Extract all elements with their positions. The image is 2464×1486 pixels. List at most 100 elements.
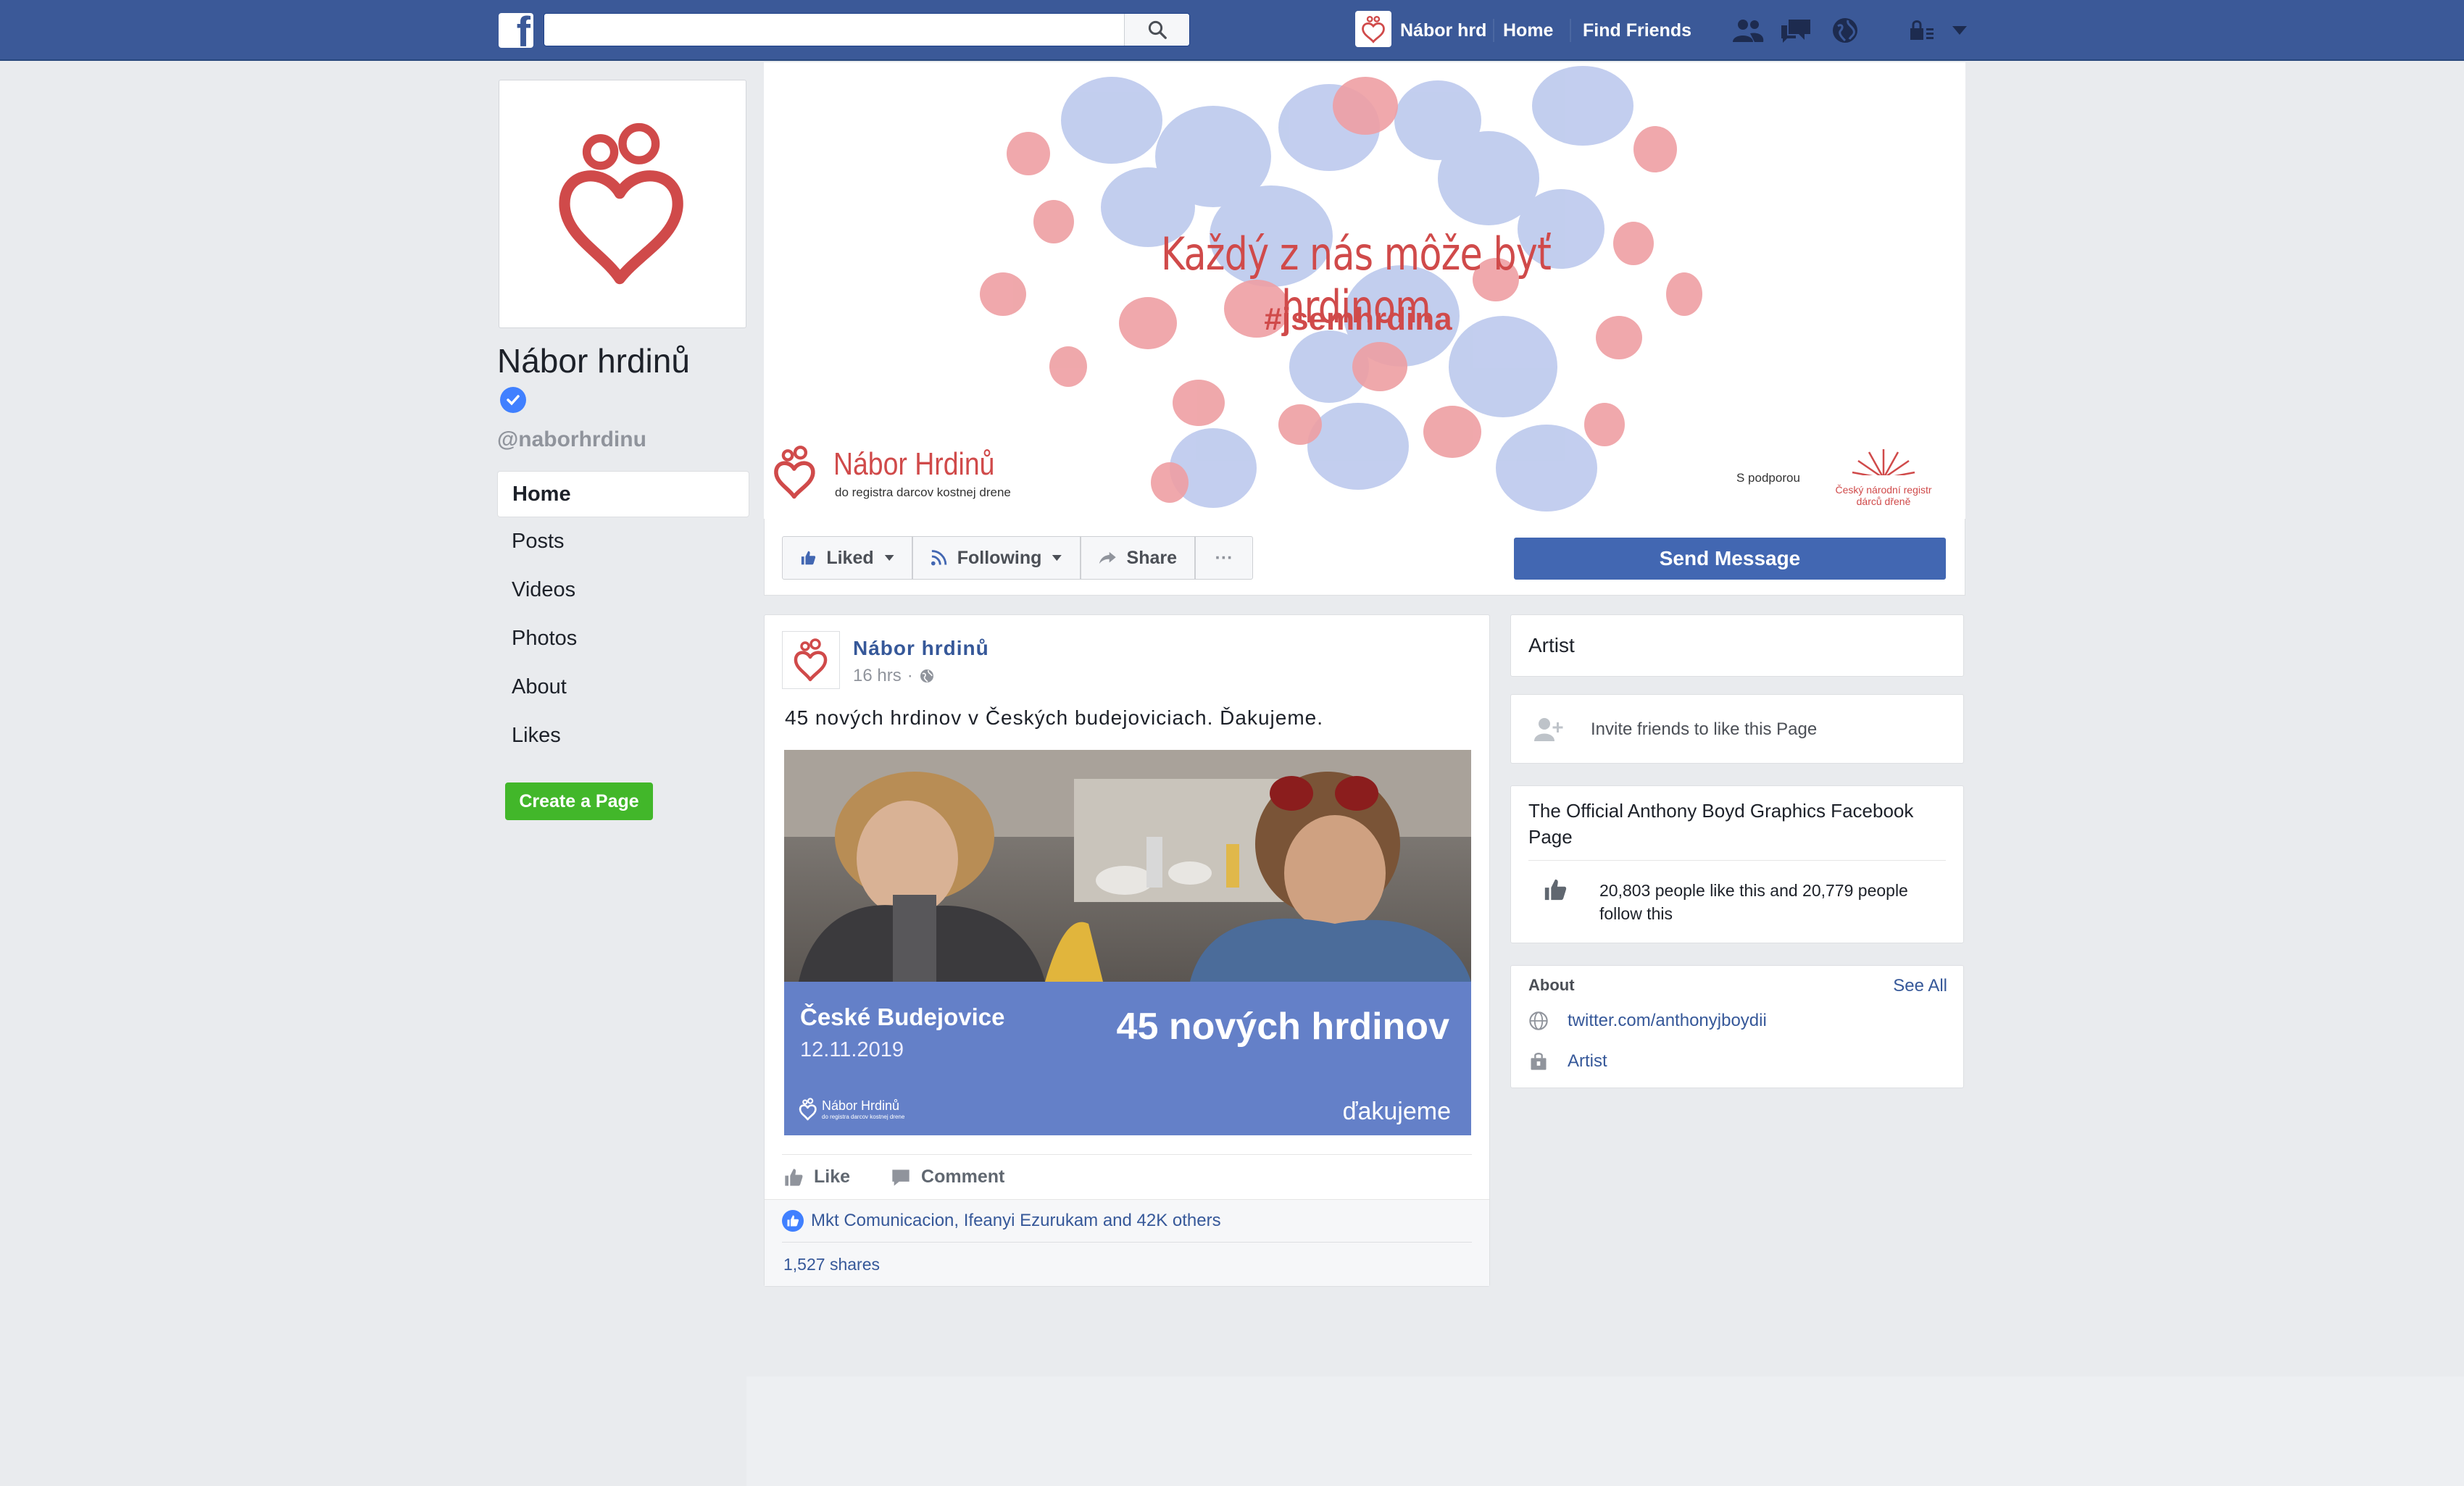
search-button[interactable]: [1124, 14, 1189, 46]
post-footer: Mkt Comunicacion, Ifeanyi Ezurukam and 4…: [765, 1199, 1489, 1286]
heart-logo-icon: [559, 122, 683, 284]
invite-friends-card[interactable]: Invite friends to like this Page: [1510, 694, 1964, 764]
shares-count[interactable]: 1,527 shares: [783, 1255, 880, 1274]
about-heading: About: [1528, 976, 1575, 994]
timeline-post: Nábor hrdinů 16 hrs · 45 nových hrdinov …: [764, 614, 1490, 1287]
about-category-row: Artist: [1528, 1051, 1607, 1072]
liked-label: Liked: [826, 547, 874, 568]
cover-photo[interactable]: Každý z nás môže byť hrdinom #jsemhrdina…: [764, 62, 1965, 519]
about-card: About See All twitter.com/anthonyjboydii…: [1510, 965, 1964, 1088]
following-button[interactable]: Following: [912, 536, 1081, 580]
share-button[interactable]: Share: [1081, 536, 1195, 580]
post-action-bar: Like Comment: [782, 1154, 1472, 1199]
top-navigation-bar: [0, 0, 2464, 61]
thumbs-up-icon: [1544, 879, 1567, 901]
sidebar-item-videos[interactable]: Videos: [497, 566, 749, 614]
image-logo-text: Nábor Hrdinů: [822, 1098, 900, 1113]
reactions-text: Mkt Comunicacion, Ifeanyi Ezurukam and 4…: [811, 1211, 1221, 1230]
sidebar-item-posts[interactable]: Posts: [497, 517, 749, 566]
page-category: Artist: [1528, 634, 1575, 656]
image-brand-logo: Nábor Hrdinů do registra darcov kostnej d…: [799, 1098, 904, 1121]
image-logo-subtitle: do registra darcov kostnej drene: [822, 1114, 905, 1120]
chevron-down-icon: [884, 555, 894, 561]
quick-help-lock-icon[interactable]: [1905, 14, 1939, 46]
search-box: [544, 13, 1190, 46]
cover-hashtag: #jsemhrdina: [1264, 301, 1452, 337]
nav-page-shortcut[interactable]: Nábor hrd: [1400, 19, 1486, 42]
page-handle[interactable]: @naborhrdinu: [497, 426, 646, 454]
image-headline: 45 nových hrdinov: [1116, 1006, 1449, 1048]
verified-badge-icon: [500, 387, 526, 413]
sidebar-item-home[interactable]: Home: [497, 471, 749, 517]
see-all-link[interactable]: See All: [1893, 976, 1947, 996]
page-title: Nábor hrdinů: [497, 342, 690, 380]
page-avatar-shortcut[interactable]: [1355, 11, 1391, 47]
about-category-link[interactable]: Artist: [1568, 1051, 1607, 1072]
brand-heart-icon: [774, 446, 815, 499]
page-action-bar: Liked Following Share ··· Send Message: [764, 519, 1965, 596]
post-image[interactable]: České Budejovice 12.11.2019 45 nových hr…: [784, 750, 1471, 1135]
thumbs-up-icon: [801, 551, 816, 565]
more-options-button[interactable]: ···: [1195, 536, 1253, 580]
image-thanks: ďakujeme: [1342, 1098, 1451, 1125]
notifications-globe-icon[interactable]: [1828, 14, 1862, 46]
cover-brand: Nábor Hrdinů: [833, 446, 995, 482]
nav-separator: [1570, 19, 1571, 42]
about-website-row: twitter.com/anthonyjboydii: [1528, 1011, 1767, 1031]
share-label: Share: [1126, 547, 1177, 568]
page-category-card: Artist: [1510, 614, 1964, 677]
invite-friends-text: Invite friends to like this Page: [1591, 719, 1818, 739]
heart-logo-icon: [1362, 16, 1385, 43]
rss-feed-icon: [931, 550, 947, 566]
partner-sunrise-logo-icon: [1851, 449, 1916, 483]
add-friend-icon: [1534, 718, 1563, 741]
send-message-button[interactable]: Send Message: [1514, 538, 1946, 580]
facebook-logo-icon[interactable]: f: [499, 13, 533, 48]
nav-separator: [1493, 19, 1494, 42]
search-icon: [1148, 20, 1167, 39]
image-date: 12.11.2019: [800, 1038, 904, 1061]
card-divider: [1528, 860, 1946, 861]
account-menu-chevron-down-icon[interactable]: [1942, 14, 1977, 46]
chevron-down-icon: [1052, 554, 1062, 562]
messages-icon[interactable]: [1778, 14, 1813, 46]
following-label: Following: [957, 547, 1042, 568]
sidebar-item-likes[interactable]: Likes: [497, 711, 749, 760]
official-page-card: The Official Anthony Boyd Graphics Faceb…: [1510, 785, 1964, 943]
post-image-banner: České Budejovice 12.11.2019 45 nových hr…: [784, 982, 1471, 1135]
heart-logo-icon: [799, 1098, 817, 1121]
thumbs-up-icon: [785, 1168, 803, 1186]
post-photo: [784, 750, 1471, 982]
reactions-summary[interactable]: Mkt Comunicacion, Ifeanyi Ezurukam and 4…: [782, 1210, 1221, 1232]
heart-logo-icon: [794, 638, 828, 682]
post-comment-button[interactable]: Comment: [891, 1166, 1004, 1187]
official-page-title: The Official Anthony Boyd Graphics Faceb…: [1528, 800, 1914, 848]
post-time-label[interactable]: 16 hrs: [853, 666, 902, 686]
cover-brand-subtitle: do registra darcov kostnej drene: [835, 485, 1011, 499]
footer-divider: [782, 1242, 1472, 1243]
comment-bubble-icon: [892, 1169, 910, 1186]
post-author-avatar[interactable]: [782, 631, 840, 689]
globe-icon: [1529, 1011, 1548, 1030]
public-globe-icon: [920, 669, 933, 683]
create-page-button[interactable]: Create a Page: [505, 782, 653, 820]
post-comment-label: Comment: [921, 1166, 1005, 1187]
sidebar-item-photos[interactable]: Photos: [497, 614, 749, 663]
image-city: České Budejovice: [800, 1003, 1005, 1030]
post-text: 45 nových hrdinov v Českých budejoviciac…: [785, 706, 1324, 729]
photo-scene: [784, 750, 1471, 982]
cover-support-label: S podporou: [1736, 471, 1800, 485]
friend-requests-icon[interactable]: [1731, 14, 1765, 46]
sidebar-item-about[interactable]: About: [497, 663, 749, 711]
liked-button[interactable]: Liked: [782, 536, 912, 580]
about-website-link[interactable]: twitter.com/anthonyjboydii: [1568, 1011, 1767, 1031]
post-author-name[interactable]: Nábor hrdinů: [853, 637, 989, 660]
like-reaction-icon: [782, 1210, 804, 1232]
profile-picture[interactable]: [499, 80, 746, 328]
nav-find-friends[interactable]: Find Friends: [1583, 19, 1691, 42]
footer-strip: [746, 1377, 2464, 1486]
post-like-button[interactable]: Like: [783, 1166, 850, 1187]
nav-home[interactable]: Home: [1503, 19, 1553, 42]
category-tag-icon: [1531, 1053, 1547, 1070]
search-input[interactable]: [544, 14, 1124, 46]
